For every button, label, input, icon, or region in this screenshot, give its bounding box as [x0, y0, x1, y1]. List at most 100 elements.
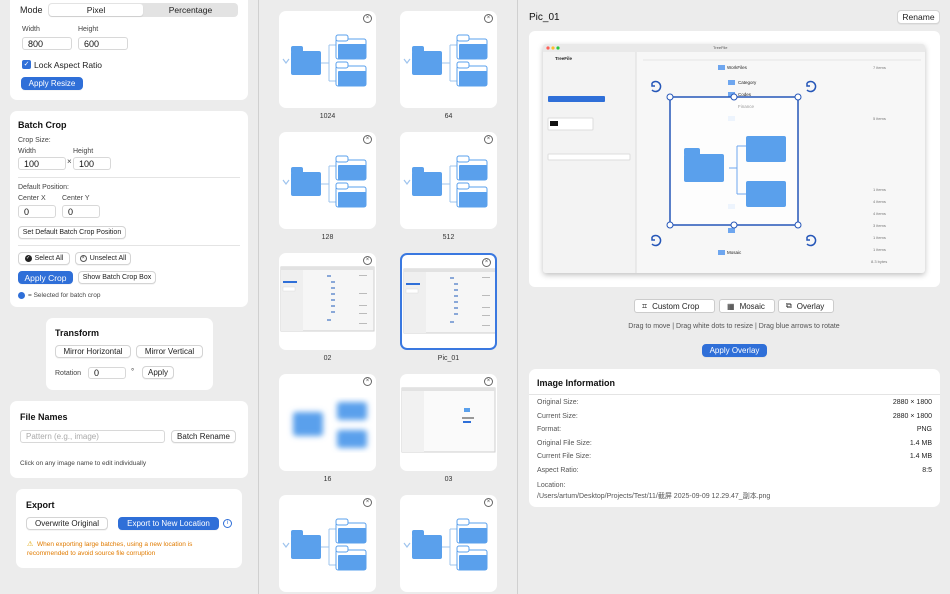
- remove-icon[interactable]: ×: [482, 258, 491, 267]
- overwrite-original-button[interactable]: Overwrite Original: [26, 517, 108, 530]
- shot-count: 5 items: [873, 116, 886, 121]
- mirror-horizontal-button[interactable]: Mirror Horizontal: [55, 345, 131, 358]
- transform-card: Transform Mirror Horizontal Mirror Verti…: [46, 318, 213, 390]
- pattern-input[interactable]: Pattern (e.g., image): [20, 430, 165, 443]
- height-label: Height: [78, 26, 99, 33]
- thumbnail-512[interactable]: ×: [400, 132, 497, 229]
- mosaic-button[interactable]: ▦ Mosaic: [719, 299, 775, 313]
- remove-icon[interactable]: ×: [484, 135, 493, 144]
- center-y-input[interactable]: 0: [62, 205, 100, 218]
- info-row: Current File Size: 1.4 MB: [537, 453, 932, 460]
- thumbnail-Pic_01[interactable]: ×: [400, 253, 497, 350]
- shot-count: 4 items: [873, 199, 886, 204]
- mode-pixel[interactable]: Pixel: [49, 4, 143, 16]
- remove-icon[interactable]: ×: [363, 256, 372, 265]
- mirror-vertical-button[interactable]: Mirror Vertical: [136, 345, 203, 358]
- thumbnail-name[interactable]: 64: [400, 113, 497, 120]
- export-new-location-button[interactable]: Export to New Location: [118, 517, 219, 530]
- thumbnail-item[interactable]: ×: [400, 495, 497, 592]
- remove-icon[interactable]: ×: [363, 498, 372, 507]
- divider: [18, 177, 240, 178]
- resize-height-input[interactable]: 600: [78, 37, 128, 50]
- crop-height-input[interactable]: 100: [73, 157, 111, 170]
- thumbnail-128[interactable]: ×: [279, 132, 376, 229]
- check-circle-icon: ✓: [24, 255, 32, 262]
- thumbnail-name[interactable]: 512: [400, 234, 497, 241]
- overlay-label: Overlay: [796, 301, 825, 311]
- shot-count: 1 items: [873, 235, 886, 240]
- rename-button[interactable]: Rename: [897, 10, 940, 24]
- info-label: Original File Size:: [537, 439, 592, 447]
- remove-icon[interactable]: ×: [363, 135, 372, 144]
- mode-percentage[interactable]: Percentage: [144, 4, 237, 16]
- apply-overlay-button[interactable]: Apply Overlay: [702, 344, 767, 357]
- shot-count: 1 items: [873, 187, 886, 192]
- circle-x-icon: ×: [79, 255, 87, 262]
- set-default-crop-button[interactable]: Set Default Batch Crop Position: [18, 226, 126, 239]
- center-y-label: Center Y: [62, 195, 90, 202]
- thumbnail-name[interactable]: Pic_01: [400, 355, 497, 362]
- apply-crop-button[interactable]: Apply Crop: [18, 271, 73, 284]
- file-names-hint: Click on any image name to edit individu…: [20, 460, 147, 467]
- divider: [529, 394, 940, 395]
- thumbnail-name[interactable]: 128: [279, 234, 376, 241]
- info-value: 1.4 MB: [909, 439, 932, 447]
- select-all-label: Select All: [34, 255, 64, 262]
- resize-card: Mode Pixel Percentage Width Height 800 6…: [10, 0, 248, 100]
- shot-item-finance: Finance: [738, 104, 755, 109]
- info-value: 2880 × 1800: [892, 399, 932, 406]
- image-info-title: Image Information: [537, 378, 616, 388]
- remove-icon[interactable]: ×: [484, 377, 493, 386]
- preview-title: Pic_01: [529, 12, 560, 23]
- info-label: Format:: [537, 426, 562, 433]
- thumbnail-name[interactable]: 1024: [279, 113, 376, 120]
- remove-icon[interactable]: ×: [363, 14, 372, 23]
- mode-label: Mode: [20, 5, 43, 15]
- unselect-all-button[interactable]: × Unselect All: [75, 252, 131, 265]
- file-names-card: File Names Pattern (e.g., image) Batch R…: [10, 401, 248, 478]
- export-card: Export Overwrite Original Export to New …: [16, 489, 242, 568]
- thumbnail-name[interactable]: 16: [279, 476, 376, 483]
- crop-width-label: Width: [18, 148, 36, 155]
- preview-panel: Pic_01 Rename TreeFile TreeFile WorkFile…: [518, 0, 950, 594]
- info-row: Aspect Ratio: 8:5: [537, 467, 932, 474]
- shot-count: 1 items: [873, 247, 886, 252]
- remove-icon[interactable]: ×: [484, 498, 493, 507]
- selected-dot-icon: [18, 292, 25, 299]
- overlay-icon: ⧉: [786, 301, 792, 310]
- thumbnail-16[interactable]: ×: [279, 374, 376, 471]
- thumbnail-item[interactable]: ×: [279, 495, 376, 592]
- thumbnail-name[interactable]: 03: [400, 476, 497, 483]
- thumbnail-02[interactable]: ×: [279, 253, 376, 350]
- select-all-button[interactable]: ✓ Select All: [18, 252, 70, 265]
- info-label: Original Size:: [537, 399, 579, 406]
- custom-crop-button[interactable]: ⌗ Custom Crop: [634, 299, 715, 313]
- shot-app-name: TreeFile: [555, 56, 573, 61]
- mosaic-label: Mosaic: [739, 301, 765, 311]
- batch-rename-button[interactable]: Batch Rename: [171, 430, 236, 443]
- shot-count: 8.3 bytes: [871, 259, 888, 264]
- divider: [18, 245, 240, 246]
- thumbnail-grid: × 1024 × 64 × 128 × 512 × 02 × Pic_01 × 16: [259, 0, 517, 594]
- preview-hint: Drag to move | Drag white dots to resize…: [628, 323, 840, 330]
- thumbnail-1024[interactable]: ×: [279, 11, 376, 108]
- crop-icon: ⌗: [642, 300, 648, 311]
- apply-resize-button[interactable]: Apply Resize: [21, 77, 83, 90]
- lock-aspect-checkbox[interactable]: ✓: [22, 60, 31, 69]
- overlay-button[interactable]: ⧉ Overlay: [778, 299, 834, 313]
- crop-width-input[interactable]: 100: [18, 157, 66, 170]
- info-icon[interactable]: i: [223, 519, 232, 528]
- resize-width-input[interactable]: 800: [22, 37, 72, 50]
- remove-icon[interactable]: ×: [484, 14, 493, 23]
- thumbnail-03[interactable]: ×: [400, 374, 497, 471]
- thumbnail-64[interactable]: ×: [400, 11, 497, 108]
- selected-legend-label: = Selected for batch crop: [28, 292, 101, 299]
- remove-icon[interactable]: ×: [363, 377, 372, 386]
- thumbnail-name[interactable]: 02: [279, 355, 376, 362]
- center-x-input[interactable]: 0: [18, 205, 56, 218]
- rotation-input[interactable]: 0: [88, 367, 126, 379]
- location-value: /Users/artum/Desktop/Projects/Test/11/截屏…: [537, 493, 771, 500]
- rotation-apply-button[interactable]: Apply: [142, 366, 174, 379]
- rotation-label: Rotation: [55, 370, 82, 377]
- show-batch-crop-box-button[interactable]: Show Batch Crop Box: [78, 271, 156, 284]
